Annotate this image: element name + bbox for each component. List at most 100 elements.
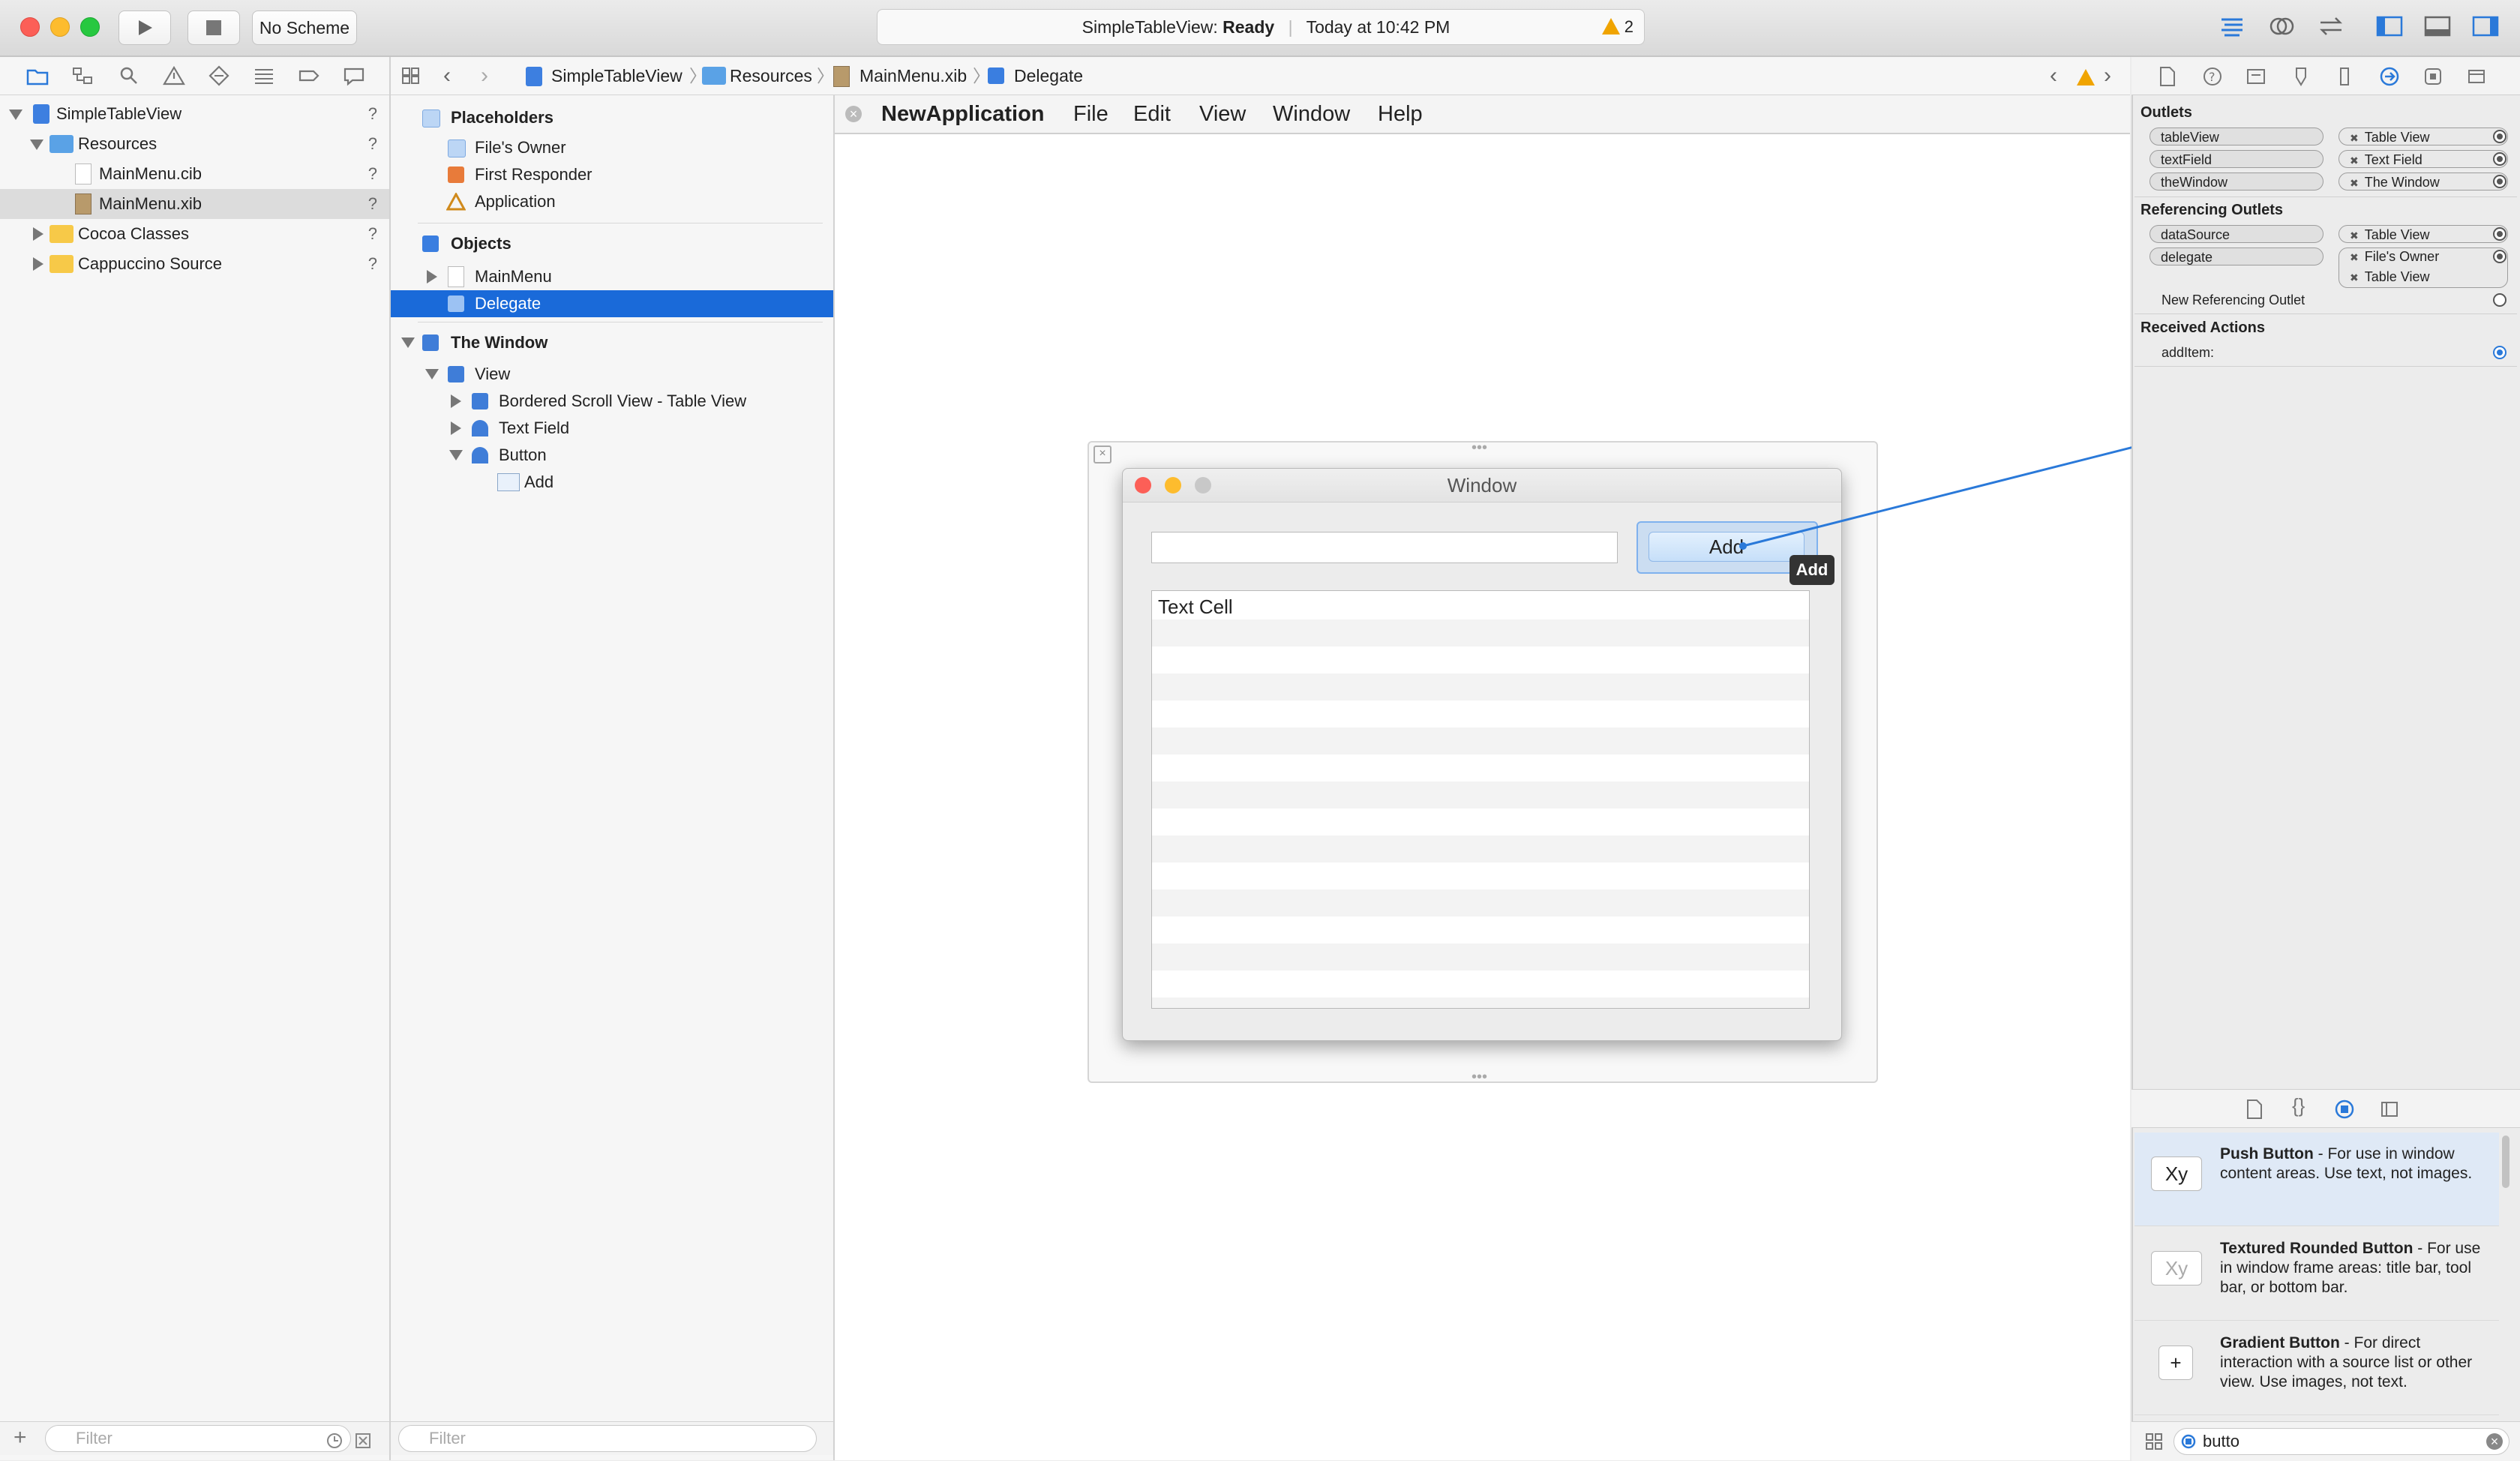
- minimize-window-button[interactable]: [1165, 477, 1181, 494]
- outline-item-scroll-view[interactable]: Bordered Scroll View - Table View: [391, 388, 833, 415]
- zoom-window-button[interactable]: [80, 17, 100, 37]
- close-menu-icon[interactable]: ×: [845, 106, 862, 122]
- tree-item-project[interactable]: SimpleTableView ?: [0, 99, 389, 129]
- bindings-inspector-icon[interactable]: [2422, 66, 2444, 87]
- size-inspector-icon[interactable]: [2334, 66, 2355, 87]
- report-navigator-icon[interactable]: [342, 64, 366, 87]
- minimize-window-button[interactable]: [50, 17, 70, 37]
- assistant-editor-icon[interactable]: [2266, 14, 2296, 39]
- tree-item-cappuccino-source[interactable]: Cappuccino Source ?: [0, 249, 389, 279]
- related-items-icon[interactable]: [401, 67, 421, 85]
- toggle-navigator-icon[interactable]: [2374, 14, 2404, 39]
- warning-icon[interactable]: [2077, 69, 2095, 86]
- menu-edit[interactable]: Edit: [1133, 95, 1171, 133]
- folder-icon[interactable]: [26, 64, 50, 87]
- identity-inspector-icon[interactable]: [2246, 66, 2266, 87]
- outlet-connection[interactable]: ✖ Table View: [2338, 128, 2508, 146]
- disclosure-closed-icon[interactable]: [33, 227, 44, 241]
- issue-navigator-icon[interactable]: [162, 64, 186, 87]
- menu-app-name[interactable]: NewApplication: [881, 95, 1045, 133]
- disconnect-icon[interactable]: ✖: [2350, 154, 2359, 166]
- previous-issue-icon[interactable]: ‹: [2050, 57, 2057, 94]
- menu-window[interactable]: Window: [1273, 95, 1350, 133]
- standard-editor-icon[interactable]: [2217, 14, 2247, 39]
- disclosure-open-icon[interactable]: [401, 338, 415, 348]
- close-window-button[interactable]: [1135, 477, 1151, 494]
- simulated-window[interactable]: Window Add Text Cell: [1122, 468, 1842, 1041]
- recent-files-icon[interactable]: [326, 1432, 344, 1450]
- outlet-connection[interactable]: ✖ The Window: [2338, 172, 2508, 190]
- grid-view-icon[interactable]: [2145, 1432, 2163, 1450]
- table-view[interactable]: Text Cell: [1151, 590, 1810, 1009]
- connection-well-icon[interactable]: [2493, 346, 2506, 359]
- disclosure-closed-icon[interactable]: [451, 394, 461, 408]
- disclosure-closed-icon[interactable]: [451, 422, 461, 435]
- connection-well-icon[interactable]: [2493, 130, 2506, 143]
- toggle-debug-area-icon[interactable]: [2422, 14, 2452, 39]
- outline-item-application[interactable]: Application: [391, 188, 833, 215]
- back-icon[interactable]: ‹: [443, 57, 451, 94]
- breadcrumb-object[interactable]: Delegate: [1014, 57, 1083, 94]
- close-window-button[interactable]: [20, 17, 40, 37]
- connection-well-icon[interactable]: [2493, 293, 2506, 307]
- add-icon[interactable]: +: [14, 1425, 27, 1450]
- library-scrollbar[interactable]: [2502, 1136, 2510, 1188]
- next-issue-icon[interactable]: ›: [2104, 57, 2111, 94]
- tree-item-mainmenu-xib[interactable]: MainMenu.xib ?: [0, 189, 389, 219]
- referencing-connection[interactable]: ✖ File's Owner: [2350, 249, 2439, 265]
- disclosure-closed-icon[interactable]: [427, 270, 437, 284]
- library-item-gradient-button[interactable]: + Gradient Button - For direct interacti…: [2134, 1322, 2499, 1415]
- disclosure-open-icon[interactable]: [449, 450, 463, 460]
- file-inspector-icon[interactable]: [2158, 66, 2176, 87]
- search-icon[interactable]: [117, 64, 141, 87]
- disclosure-open-icon[interactable]: [425, 369, 439, 380]
- test-navigator-icon[interactable]: [207, 64, 231, 87]
- scm-filter-icon[interactable]: [354, 1432, 372, 1450]
- tree-item-mainmenu-cib[interactable]: MainMenu.cib ?: [0, 159, 389, 189]
- outline-item-files-owner[interactable]: File's Owner: [391, 134, 833, 161]
- referencing-connection[interactable]: ✖ Table View: [2350, 269, 2429, 285]
- referencing-connection[interactable]: ✖ Table View: [2338, 225, 2508, 243]
- forward-icon[interactable]: ›: [481, 57, 488, 94]
- disconnect-icon[interactable]: ✖: [2350, 251, 2359, 263]
- tree-item-cocoa-classes[interactable]: Cocoa Classes ?: [0, 219, 389, 249]
- breadcrumb-group[interactable]: Resources: [730, 57, 812, 94]
- outline-item-delegate[interactable]: Delegate: [391, 290, 833, 317]
- library-item-textured-rounded-button[interactable]: Xy Textured Rounded Button - For use in …: [2134, 1227, 2499, 1321]
- outline-item-mainmenu[interactable]: MainMenu: [391, 263, 833, 290]
- table-cell[interactable]: Text Cell: [1158, 592, 1233, 621]
- connection-well-icon[interactable]: [2493, 175, 2506, 188]
- close-editor-icon[interactable]: ×: [1094, 446, 1112, 464]
- connection-well-icon[interactable]: [2493, 152, 2506, 166]
- symbol-navigator-icon[interactable]: [70, 64, 94, 87]
- object-library-icon[interactable]: [2334, 1099, 2355, 1120]
- outline-item-view[interactable]: View: [391, 361, 833, 388]
- disconnect-icon[interactable]: ✖: [2350, 272, 2359, 284]
- zoom-window-button[interactable]: [1195, 477, 1211, 494]
- library-search-field[interactable]: butto ×: [2174, 1428, 2510, 1455]
- disclosure-closed-icon[interactable]: [33, 257, 44, 271]
- outline-filter-field[interactable]: Filter: [398, 1425, 817, 1452]
- outline-item-button-cell[interactable]: Add: [391, 469, 833, 496]
- outline-item-the-window[interactable]: The Window: [391, 329, 833, 356]
- outlet-connection[interactable]: ✖ Text Field: [2338, 150, 2508, 168]
- breadcrumb-project[interactable]: SimpleTableView: [551, 57, 682, 94]
- disconnect-icon[interactable]: ✖: [2350, 132, 2359, 144]
- breakpoint-navigator-icon[interactable]: [297, 64, 321, 87]
- outline-item-text-field[interactable]: Text Field: [391, 415, 833, 442]
- clear-search-icon[interactable]: ×: [2486, 1433, 2503, 1450]
- add-button[interactable]: Add: [1648, 532, 1804, 562]
- code-snippet-library-icon[interactable]: {}: [2292, 1094, 2305, 1118]
- file-template-library-icon[interactable]: [2246, 1099, 2264, 1120]
- warning-badge[interactable]: 2: [1601, 10, 1634, 44]
- disclosure-open-icon[interactable]: [30, 140, 44, 150]
- media-library-icon[interactable]: [2379, 1099, 2400, 1120]
- navigator-filter-field[interactable]: Filter: [45, 1425, 351, 1452]
- help-inspector-icon[interactable]: ?: [2202, 66, 2223, 87]
- text-field[interactable]: [1151, 532, 1618, 563]
- attributes-inspector-icon[interactable]: [2290, 66, 2312, 87]
- connections-inspector-icon[interactable]: [2379, 66, 2400, 87]
- disconnect-icon[interactable]: ✖: [2350, 230, 2359, 242]
- connection-well-icon[interactable]: [2493, 250, 2506, 263]
- resize-handle-top[interactable]: •••: [1472, 440, 1487, 457]
